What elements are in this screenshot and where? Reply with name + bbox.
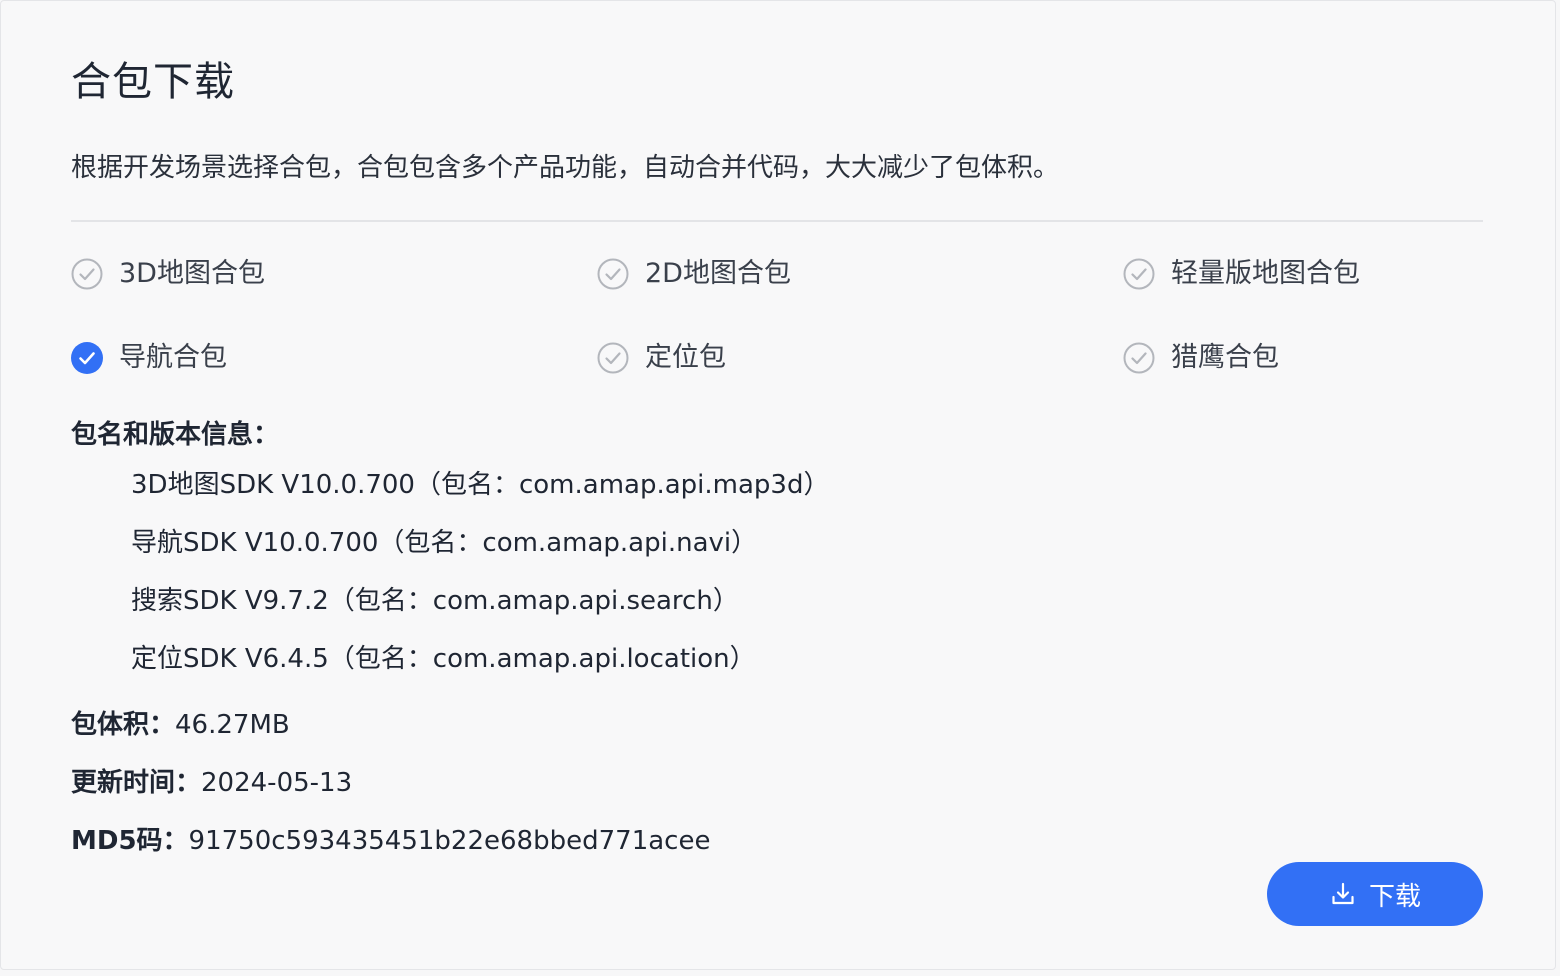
- option-label: 轻量版地图合包: [1171, 258, 1360, 289]
- check-circle-filled-icon: [71, 342, 103, 374]
- option-label: 猎鹰合包: [1171, 342, 1279, 373]
- option-label: 2D地图合包: [645, 258, 791, 289]
- update-time: 更新时间：2024-05-13: [71, 763, 352, 803]
- check-circle-outline-icon: [597, 342, 629, 374]
- check-circle-outline-icon: [1123, 258, 1155, 290]
- sdk-info-line: 定位SDK V6.4.5（包名：com.amap.api.location）: [131, 644, 756, 674]
- option-falcon-bundle[interactable]: 猎鹰合包: [1123, 338, 1279, 378]
- check-circle-outline-icon: [1123, 342, 1155, 374]
- check-circle-outline-icon: [597, 258, 629, 290]
- package-size: 包体积：46.27MB: [71, 705, 290, 745]
- option-2d-map-bundle[interactable]: 2D地图合包: [597, 254, 791, 294]
- download-label: 下载: [1368, 881, 1421, 912]
- option-label: 导航合包: [119, 342, 227, 373]
- package-info-heading: 包名和版本信息：: [71, 420, 280, 450]
- option-location-bundle[interactable]: 定位包: [597, 338, 726, 378]
- update-time-value: 2024-05-13: [201, 768, 353, 798]
- option-label: 3D地图合包: [119, 258, 265, 289]
- check-circle-outline-icon: [71, 258, 103, 290]
- download-icon: [1329, 880, 1357, 908]
- md5-checksum: MD5码：91750c593435451b22e68bbed771acee: [71, 821, 710, 861]
- divider: [71, 220, 1483, 222]
- option-3d-map-bundle[interactable]: 3D地图合包: [71, 254, 265, 294]
- download-button[interactable]: 下载: [1267, 862, 1483, 926]
- package-size-label: 包体积：: [71, 710, 176, 740]
- package-size-value: 46.27MB: [175, 710, 290, 740]
- sdk-info-line: 3D地图SDK V10.0.700（包名：com.amap.api.map3d）: [131, 470, 830, 500]
- page-title: 合包下载: [71, 59, 235, 105]
- option-lite-map-bundle[interactable]: 轻量版地图合包: [1123, 254, 1360, 294]
- md5-label: MD5码：: [71, 826, 189, 856]
- page-description: 根据开发场景选择合包，合包包含多个产品功能，自动合并代码，大大减少了包体积。: [71, 153, 1060, 183]
- download-panel: 合包下载 根据开发场景选择合包，合包包含多个产品功能，自动合并代码，大大减少了包…: [0, 0, 1556, 970]
- update-time-label: 更新时间：: [71, 768, 202, 798]
- sdk-info-line: 导航SDK V10.0.700（包名：com.amap.api.navi）: [131, 528, 758, 558]
- option-navi-bundle[interactable]: 导航合包: [71, 338, 227, 378]
- sdk-info-line: 搜索SDK V9.7.2（包名：com.amap.api.search）: [131, 586, 739, 616]
- md5-value: 91750c593435451b22e68bbed771acee: [188, 826, 711, 856]
- option-label: 定位包: [645, 342, 726, 373]
